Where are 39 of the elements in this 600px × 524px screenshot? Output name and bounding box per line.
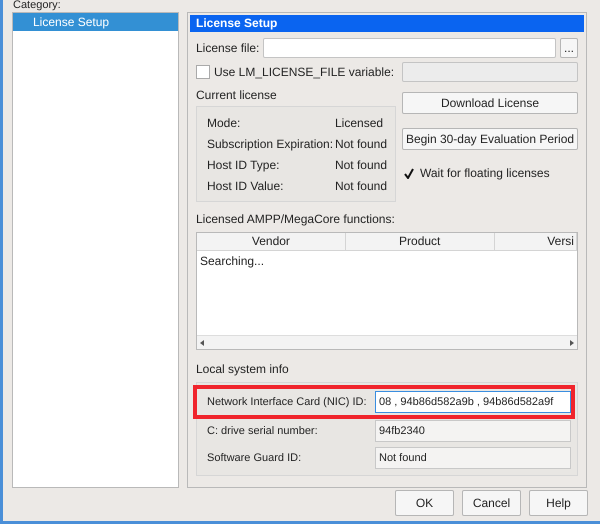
column-header[interactable]: Vendor (197, 233, 346, 251)
info-label: Mode: (207, 115, 242, 132)
info-label: Subscription Expiration: (207, 136, 334, 153)
info-value: Licensed (335, 115, 384, 132)
column-header[interactable]: Product (346, 233, 495, 251)
section-title: Licensed AMPP/MegaCore functions: (196, 211, 396, 228)
horizontal-scrollbar[interactable] (197, 335, 577, 349)
info-label: Software Guard ID: (207, 450, 302, 466)
info-value: Not found (334, 178, 387, 195)
dialog-button[interactable]: Cancel (462, 490, 521, 516)
section-title: Local system info (196, 361, 290, 378)
license-file-field[interactable] (263, 38, 556, 58)
section-title: Current license (196, 87, 278, 104)
info-field: Not found (375, 447, 571, 469)
field-label: License file: (196, 40, 260, 57)
info-label: Host ID Value: (207, 178, 284, 195)
column-header[interactable]: Versi (494, 233, 577, 251)
checkmark-icon (404, 168, 414, 178)
info-label: Host ID Type: (207, 157, 280, 174)
info-label: C: drive serial number: (207, 424, 319, 439)
status-text: Searching... (199, 253, 266, 270)
dialog-button[interactable]: OK (395, 490, 454, 516)
scroll-right-icon[interactable] (570, 340, 574, 346)
panel-title: License Setup (190, 15, 584, 32)
info-label: Network Interface Card (NIC) ID: (207, 394, 368, 410)
browse-button[interactable]: ... (560, 38, 578, 58)
scroll-left-icon[interactable] (200, 340, 204, 346)
checkbox-label: Wait for floating licenses (420, 165, 550, 182)
category-label: Category: (12, 0, 62, 12)
info-value: Not found (334, 136, 387, 153)
action-button[interactable]: Download License (402, 92, 578, 114)
info-field: 08 , 94b86d582a9b , 94b86d582a9f (375, 391, 571, 413)
checkbox[interactable] (196, 65, 210, 79)
checkbox-label: Use LM_LICENSE_FILE variable: (214, 64, 394, 81)
info-field: 94fb2340 (375, 420, 571, 442)
checkbox[interactable] (402, 166, 416, 180)
dialog-button[interactable]: Help (529, 490, 588, 516)
info-value: Not found (334, 157, 387, 174)
action-button[interactable]: Begin 30-day Evaluation Period (402, 128, 578, 150)
